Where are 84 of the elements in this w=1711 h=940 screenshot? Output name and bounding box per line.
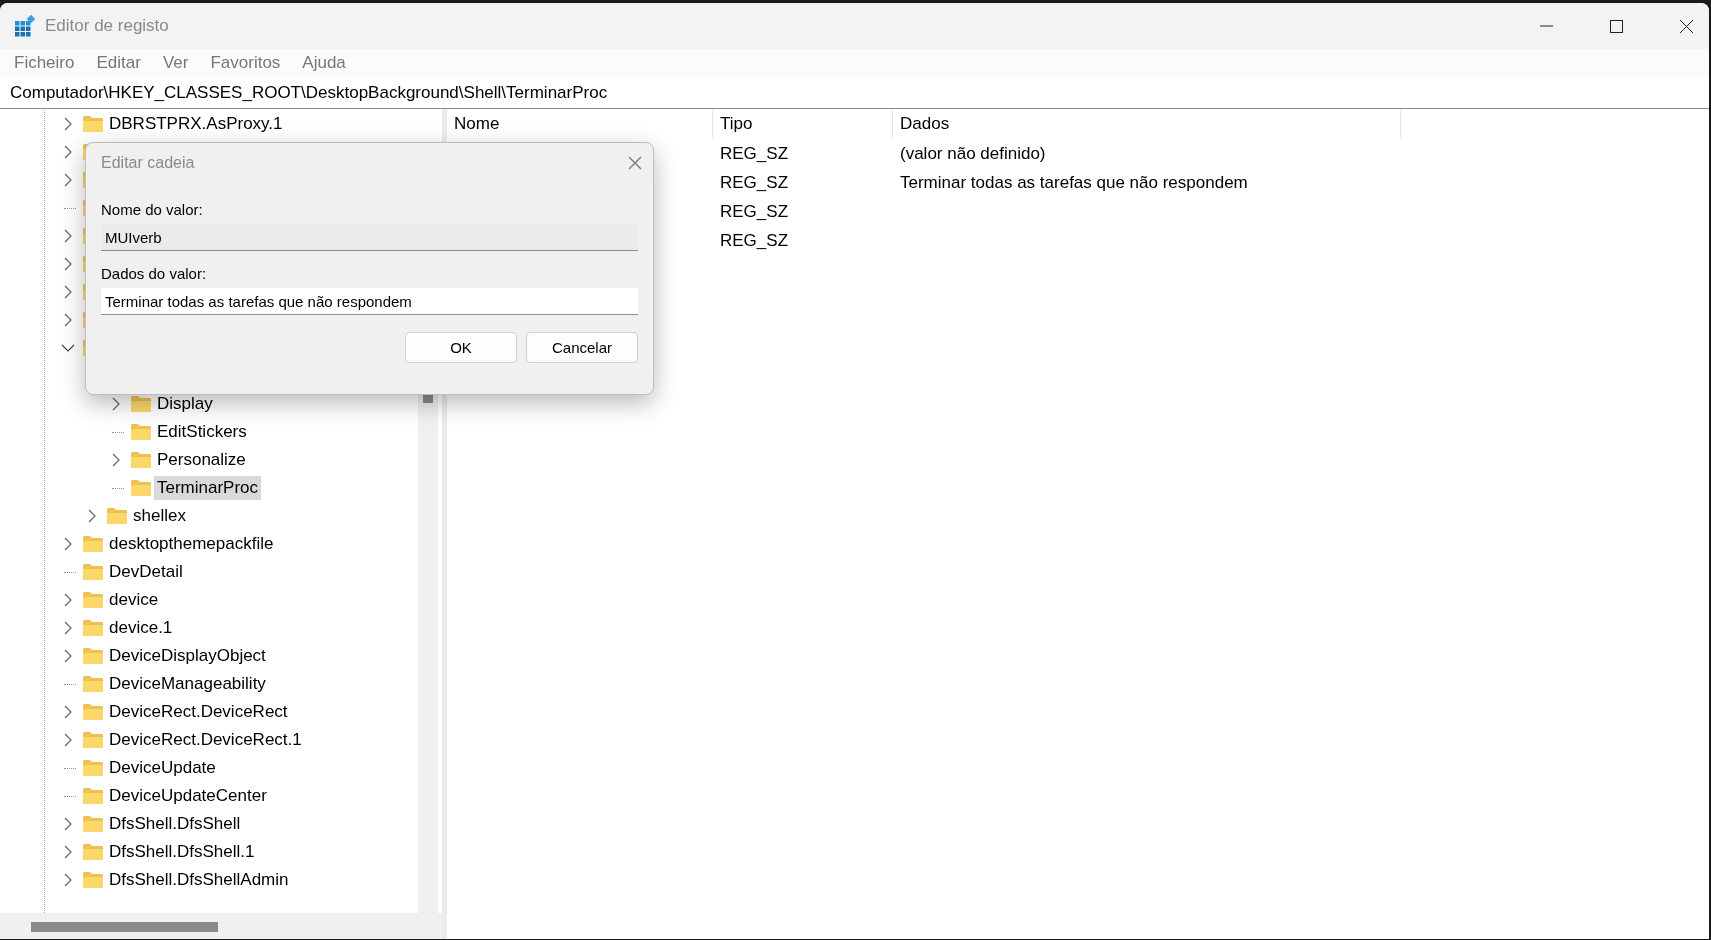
ok-button[interactable]: OK xyxy=(405,332,517,363)
chevron-right-icon[interactable] xyxy=(111,453,121,467)
folder-icon xyxy=(82,702,104,722)
column-header[interactable]: Nome xyxy=(447,109,713,139)
tree-item[interactable]: DeviceManageability xyxy=(106,672,269,696)
field-label: Dados do valor: xyxy=(101,265,208,282)
tree-item[interactable]: Personalize xyxy=(154,448,249,472)
tree-item[interactable]: DeviceUpdateCenter xyxy=(106,784,270,808)
chevron-right-icon[interactable] xyxy=(63,705,73,719)
chevron-right-icon[interactable] xyxy=(63,285,73,299)
chevron-right-icon[interactable] xyxy=(63,537,73,551)
chevron-right-icon[interactable] xyxy=(63,593,73,607)
tree-item[interactable]: DeviceRect.DeviceRect.1 xyxy=(106,728,305,752)
registry-app-icon xyxy=(14,15,36,37)
tree-item[interactable]: DeviceDisplayObject xyxy=(106,644,269,668)
chevron-right-icon[interactable] xyxy=(63,117,73,131)
chevron-right-icon[interactable] xyxy=(63,845,73,859)
tree-item[interactable]: DeviceUpdate xyxy=(106,756,219,780)
cancel-button[interactable]: Cancelar xyxy=(526,332,638,363)
dialog-title: Editar cadeia xyxy=(101,154,195,172)
table-cell-text: (valor não definido) xyxy=(899,143,1046,164)
folder-icon xyxy=(82,674,104,694)
folder-icon xyxy=(82,646,104,666)
tree-item[interactable]: DfsShell.DfsShell.1 xyxy=(106,840,258,864)
folder-icon xyxy=(130,450,152,470)
chevron-right-icon[interactable] xyxy=(63,621,73,635)
column-header[interactable]: Dados xyxy=(893,109,1401,139)
tree-item[interactable]: shellex xyxy=(130,504,189,528)
value-data-field[interactable]: Terminar todas as tarefas que não respondem xyxy=(101,288,638,315)
chevron-right-icon[interactable] xyxy=(87,509,97,523)
folder-icon xyxy=(82,618,104,638)
table-cell-text: REG_SZ xyxy=(719,143,790,164)
chevron-right-icon[interactable] xyxy=(111,397,121,411)
folder-icon xyxy=(130,394,152,414)
tree-item[interactable]: device xyxy=(106,588,162,612)
folder-icon xyxy=(82,814,104,834)
folder-icon xyxy=(82,590,104,610)
folder-icon xyxy=(82,842,104,862)
chevron-right-icon[interactable] xyxy=(63,257,73,271)
field-label: Nome do valor: xyxy=(101,201,204,218)
chevron-down-icon[interactable] xyxy=(61,343,75,353)
folder-icon xyxy=(106,506,128,526)
menu-item[interactable]: Ficheiro xyxy=(6,53,83,73)
folder-icon xyxy=(130,422,152,442)
table-cell-text: REG_SZ xyxy=(719,201,790,222)
folder-icon xyxy=(82,786,104,806)
folder-icon xyxy=(82,114,104,134)
chevron-right-icon[interactable] xyxy=(63,145,73,159)
menu-item[interactable]: Ver xyxy=(154,53,197,73)
tree-item[interactable]: DfsShell.DfsShell xyxy=(106,812,244,836)
folder-icon xyxy=(82,730,104,750)
folder-icon xyxy=(82,758,104,778)
column-header[interactable]: Tipo xyxy=(713,109,893,139)
table-cell-text: Terminar todas as tarefas que não respondem xyxy=(899,172,1248,193)
tree-item[interactable]: device.1 xyxy=(106,616,176,640)
folder-icon xyxy=(130,478,152,498)
chevron-right-icon[interactable] xyxy=(63,817,73,831)
chevron-right-icon[interactable] xyxy=(63,173,73,187)
chevron-right-icon[interactable] xyxy=(63,873,73,887)
tree-item[interactable]: DfsShell.DfsShellAdmin xyxy=(106,868,292,892)
tree-item[interactable]: DevDetail xyxy=(106,560,186,584)
tree-item[interactable]: DeviceRect.DeviceRect xyxy=(106,700,291,724)
folder-icon xyxy=(82,534,104,554)
folder-icon xyxy=(82,562,104,582)
tree-item[interactable]: DBRSTPRX.AsProxy.1 xyxy=(106,112,286,136)
window-title: Editor de registo xyxy=(45,16,170,36)
menu-item[interactable]: Editar xyxy=(88,53,149,73)
tree-item[interactable]: EditStickers xyxy=(154,420,250,444)
horizontal-scrollbar[interactable] xyxy=(0,913,442,939)
menu-item[interactable]: Ajuda xyxy=(294,53,354,73)
value-name-field[interactable]: MUIverb xyxy=(101,224,638,251)
chevron-right-icon[interactable] xyxy=(63,649,73,663)
maximize-icon[interactable] xyxy=(1607,17,1625,35)
close-icon[interactable] xyxy=(1677,17,1695,35)
folder-icon xyxy=(82,870,104,890)
table-cell-text: REG_SZ xyxy=(719,172,790,193)
chevron-right-icon[interactable] xyxy=(63,733,73,747)
tree-item[interactable]: TerminarProc xyxy=(154,476,262,500)
tree-item[interactable]: desktopthemepackfile xyxy=(106,532,277,556)
table-cell-text: REG_SZ xyxy=(719,230,790,251)
chevron-right-icon[interactable] xyxy=(63,313,73,327)
menu-item[interactable]: Favoritos xyxy=(202,53,289,73)
tree-item[interactable]: Display xyxy=(154,392,216,416)
chevron-right-icon[interactable] xyxy=(63,229,73,243)
